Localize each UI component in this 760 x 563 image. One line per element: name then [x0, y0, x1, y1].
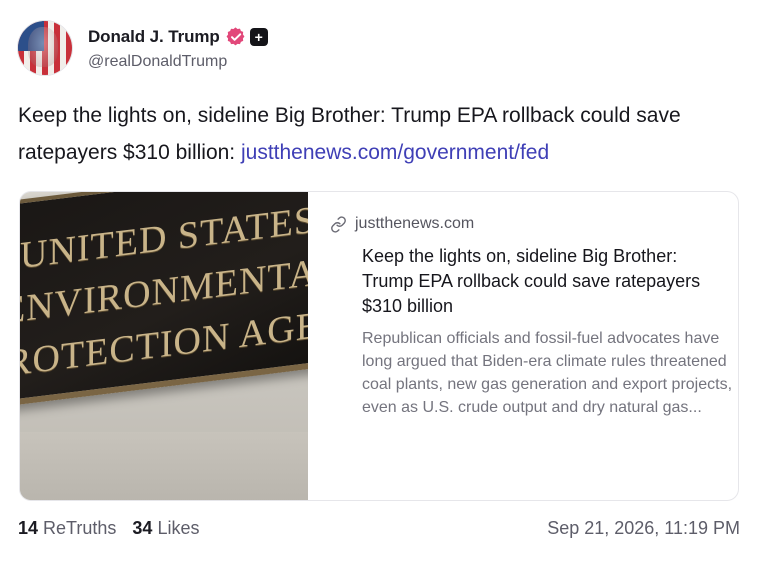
- link-domain: justthenews.com: [355, 215, 475, 232]
- author-handle[interactable]: @realDonaldTrump: [88, 53, 268, 71]
- link-preview-body: justthenews.com Keep the lights on, side…: [330, 192, 732, 500]
- author-names: Donald J. Trump + @realDonaldTrump: [88, 26, 268, 71]
- likes-stat[interactable]: 34 Likes: [132, 518, 199, 539]
- avatar[interactable]: [18, 21, 72, 75]
- likes-count: 34: [132, 517, 153, 538]
- name-row: Donald J. Trump +: [88, 26, 268, 48]
- link-description: Republican officials and fossil-fuel adv…: [362, 330, 733, 416]
- post-text: Keep the lights on, sideline Big Brother…: [18, 97, 743, 171]
- avatar-portrait: [28, 27, 58, 67]
- plus-badge-icon: +: [249, 27, 268, 46]
- link-preview-card[interactable]: UNITED STATES ENVIRONMENTAL PROTECTION A…: [19, 191, 739, 501]
- post-timestamp[interactable]: Sep 21, 2026, 11:19 PM: [547, 518, 740, 539]
- link-domain-row: justthenews.com: [330, 215, 474, 233]
- retruths-count: 14: [18, 517, 39, 538]
- verified-badge-icon: [226, 26, 245, 45]
- image-ground: [20, 432, 308, 500]
- post-header: Donald J. Trump + @realDonaldTrump: [18, 18, 268, 78]
- post-container: Donald J. Trump + @realDonaldTrump Keep …: [0, 0, 760, 563]
- post-link[interactable]: justthenews.com/government/fed: [241, 141, 549, 164]
- author-display-name[interactable]: Donald J. Trump: [88, 27, 220, 47]
- link-icon: [331, 215, 346, 233]
- likes-label: Likes: [157, 517, 200, 538]
- link-title[interactable]: Keep the lights on, sideline Big Brother…: [362, 244, 717, 319]
- retruths-stat[interactable]: 14 ReTruths: [18, 518, 116, 539]
- post-footer: 14 ReTruths 34 Likes Sep 21, 2026, 11:19…: [18, 513, 740, 543]
- retruths-label: ReTruths: [43, 517, 117, 538]
- link-preview-image[interactable]: UNITED STATES ENVIRONMENTAL PROTECTION A…: [20, 192, 308, 500]
